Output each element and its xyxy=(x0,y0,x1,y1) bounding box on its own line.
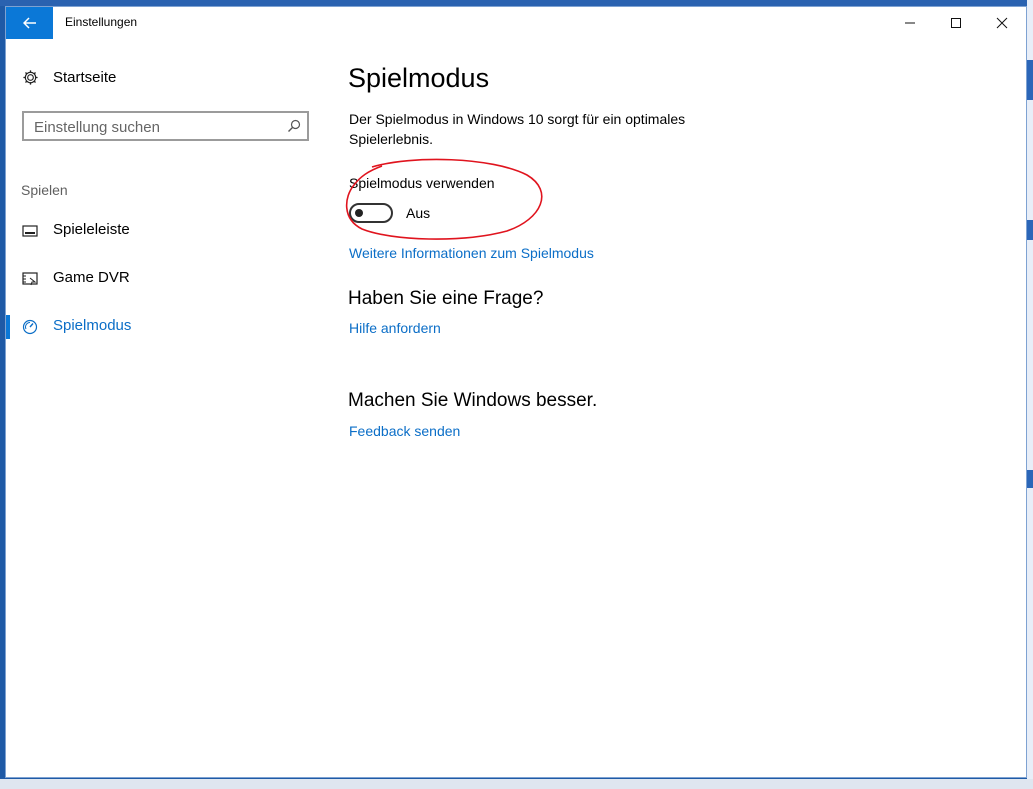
search-icon xyxy=(288,119,301,132)
title-bar: Einstellungen xyxy=(6,7,1026,39)
background-window-edge xyxy=(1027,0,1033,789)
page-title: Spielmodus xyxy=(348,63,490,93)
sidebar-item-game-dvr[interactable]: Game DVR xyxy=(6,263,326,295)
home-link[interactable]: Startseite xyxy=(22,69,116,86)
sidebar-item-spieleleiste[interactable]: Spieleleiste xyxy=(6,215,326,247)
more-info-link[interactable]: Weitere Informationen zum Spielmodus xyxy=(349,245,594,261)
question-heading: Haben Sie eine Frage? xyxy=(348,288,544,309)
search-box[interactable] xyxy=(22,111,309,141)
toggle-label: Spielmodus verwenden xyxy=(349,175,495,191)
arrow-left-icon xyxy=(22,17,36,29)
background-taskbar-edge xyxy=(0,779,1033,789)
sidebar-item-spielmodus[interactable]: Spielmodus xyxy=(6,311,326,343)
toggle-state: Aus xyxy=(406,205,431,221)
background-window-band xyxy=(1027,470,1033,488)
get-help-link[interactable]: Hilfe anfordern xyxy=(349,320,441,336)
send-feedback-link[interactable]: Feedback senden xyxy=(349,423,460,439)
gamemode-icon xyxy=(22,319,38,335)
back-button[interactable] xyxy=(6,7,53,39)
close-icon xyxy=(996,17,1008,29)
minimize-icon xyxy=(905,22,915,24)
close-button[interactable] xyxy=(979,7,1025,39)
active-indicator xyxy=(6,315,10,339)
window-title: Einstellungen xyxy=(65,15,138,29)
search-input[interactable] xyxy=(32,117,276,137)
home-label: Startseite xyxy=(53,69,117,86)
gear-icon xyxy=(23,70,38,85)
gamemode-toggle[interactable] xyxy=(349,203,393,223)
sidebar-item-label: Game DVR xyxy=(53,269,130,286)
feedback-heading: Machen Sie Windows besser. xyxy=(348,390,598,411)
maximize-icon xyxy=(951,18,961,28)
sidebar-item-label: Spieleleiste xyxy=(53,221,130,238)
minimize-button[interactable] xyxy=(887,7,933,39)
game-dvr-icon xyxy=(22,272,38,286)
page-description: Der Spielmodus in Windows 10 sorgt für e… xyxy=(349,111,686,147)
background-window-band xyxy=(1027,220,1033,240)
maximize-button[interactable] xyxy=(933,7,979,39)
gamebar-icon xyxy=(22,225,38,237)
background-window-band xyxy=(1027,60,1033,100)
settings-window: Einstellungen Startseite Einstellung suc… xyxy=(5,6,1027,778)
sidebar-item-label: Spielmodus xyxy=(53,317,132,334)
sidebar-section-label: Spielen xyxy=(21,182,68,198)
toggle-knob xyxy=(355,209,363,217)
annotation-ellipse xyxy=(345,158,543,240)
